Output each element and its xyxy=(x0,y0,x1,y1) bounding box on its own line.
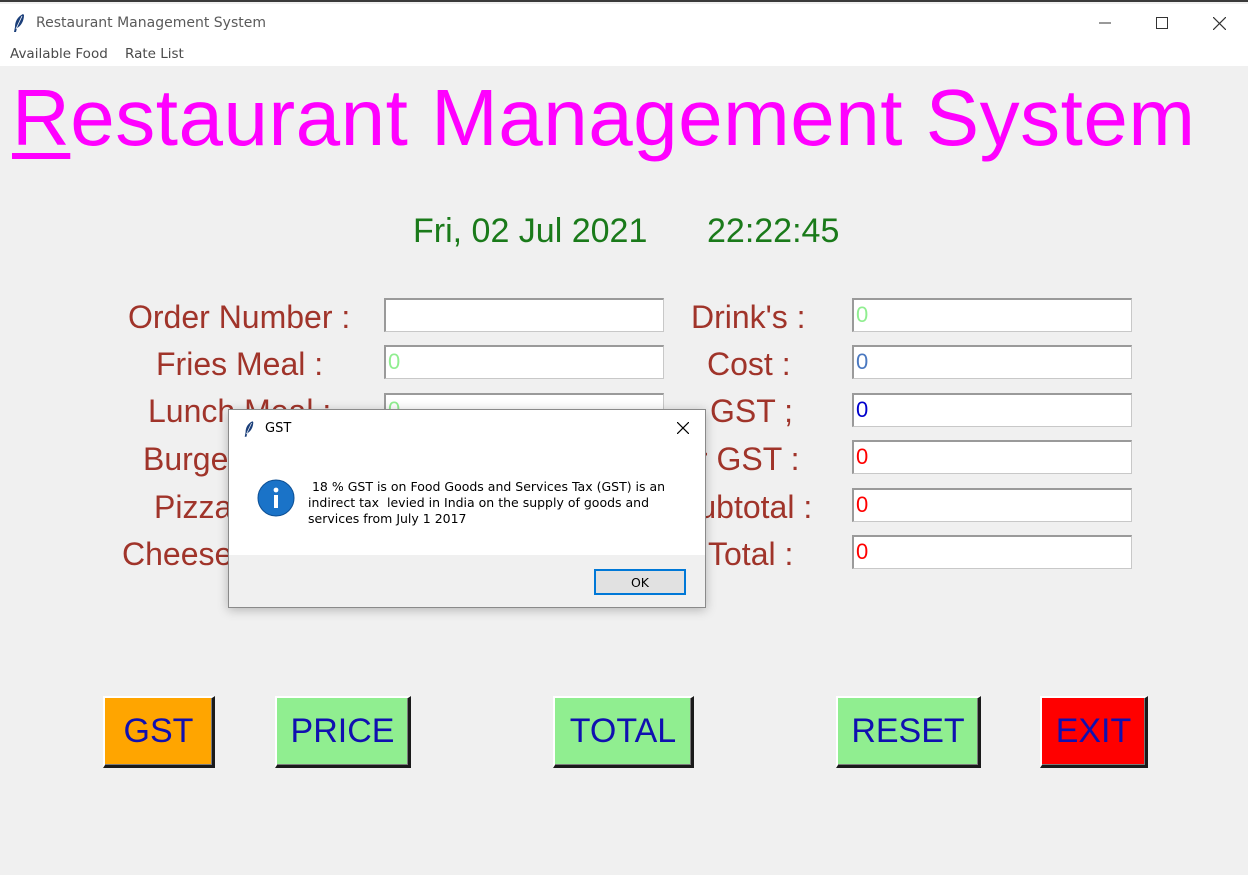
label-fries-meal: Fries Meal : xyxy=(156,346,324,382)
maximize-button[interactable] xyxy=(1133,4,1191,42)
reset-button[interactable]: RESET xyxy=(836,696,981,768)
info-icon xyxy=(257,479,295,517)
exit-button[interactable]: EXIT xyxy=(1040,696,1148,768)
order-number-input[interactable] xyxy=(384,298,664,332)
page-title: Restaurant Management System xyxy=(12,72,1195,164)
title-bar: Restaurant Management System xyxy=(0,4,1248,42)
label-drinks: Drink's : xyxy=(691,299,806,335)
close-icon xyxy=(677,422,689,434)
main-window: Restaurant Management System Available F… xyxy=(0,0,1248,875)
gst-dialog: GST 18 % GST is on Food Goods and Servic… xyxy=(228,409,706,608)
feather-icon xyxy=(12,13,26,33)
label-cost: Cost : xyxy=(707,346,791,382)
page-title-first-letter: R xyxy=(12,73,71,162)
date-display: Fri, 02 Jul 2021 xyxy=(413,212,648,250)
window-title: Restaurant Management System xyxy=(36,15,266,31)
close-button[interactable] xyxy=(1190,4,1248,42)
fries-meal-input[interactable]: 0 xyxy=(384,345,664,379)
menu-rate-list[interactable]: Rate List xyxy=(125,46,184,62)
label-gst: GST ; xyxy=(710,393,793,429)
feather-icon xyxy=(243,420,255,438)
label-order-number: Order Number : xyxy=(128,299,351,335)
dialog-footer: OK xyxy=(229,555,705,607)
menu-available-food[interactable]: Available Food xyxy=(10,46,108,62)
dialog-message: 18 % GST is on Food Goods and Services T… xyxy=(308,479,666,526)
total-output[interactable]: 0 xyxy=(852,535,1132,569)
dialog-title: GST xyxy=(265,421,292,436)
close-icon xyxy=(1212,16,1226,30)
price-button[interactable]: PRICE xyxy=(275,696,411,768)
minimize-button[interactable] xyxy=(1076,4,1134,42)
menu-bar: Available Food Rate List xyxy=(0,42,1248,66)
label-total: Total : xyxy=(708,536,794,572)
minimize-icon xyxy=(1099,22,1111,24)
cost-output[interactable]: 0 xyxy=(852,345,1132,379)
dialog-close-button[interactable] xyxy=(673,418,693,438)
page-title-rest: estaurant Management System xyxy=(70,73,1196,162)
ok-button[interactable]: OK xyxy=(594,569,686,595)
time-display: 22:22:45 xyxy=(707,212,840,250)
total-button[interactable]: TOTAL xyxy=(553,696,694,768)
gst-output[interactable]: 0 xyxy=(852,393,1132,427)
gst-button[interactable]: GST xyxy=(103,696,215,768)
after-gst-output[interactable]: 0 xyxy=(852,440,1132,474)
subtotal-output[interactable]: 0 xyxy=(852,488,1132,522)
maximize-icon xyxy=(1156,17,1168,29)
drinks-input[interactable]: 0 xyxy=(852,298,1132,332)
